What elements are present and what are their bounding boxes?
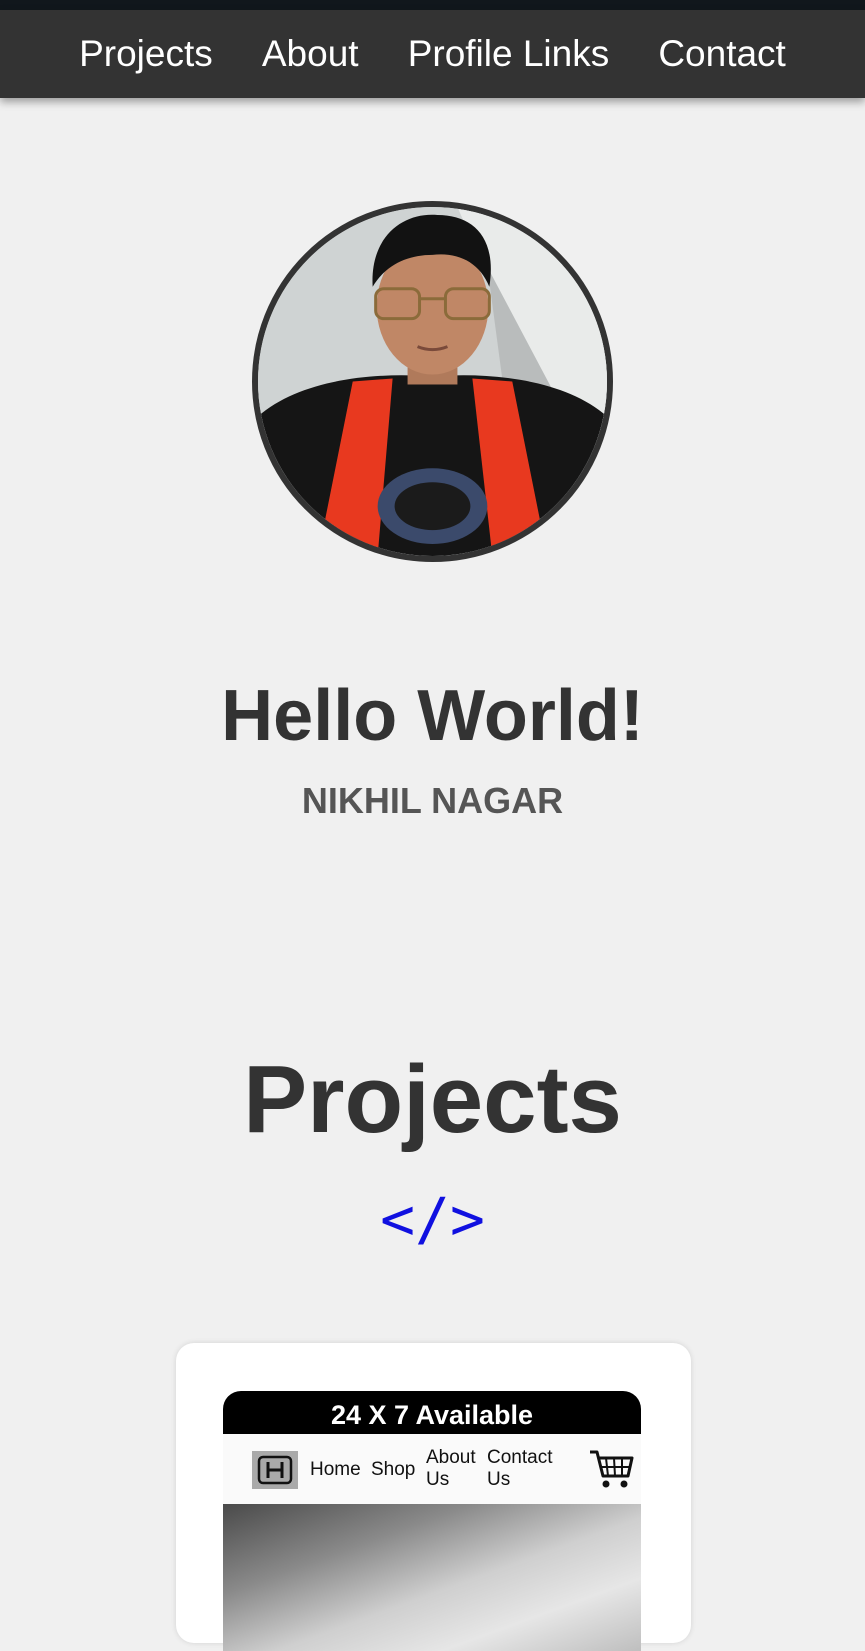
nav-link-projects[interactable]: Projects	[79, 33, 213, 75]
preview-banner: 24 X 7 Available	[223, 1391, 641, 1434]
hero-greeting: Hello World!	[221, 676, 644, 756]
hero-name: NIKHIL NAGAR	[301, 780, 564, 821]
nav-link-about[interactable]: About	[262, 33, 359, 75]
preview-navbar: Home Shop About Us Contact Us	[223, 1434, 641, 1504]
projects-title: Projects	[243, 1046, 622, 1153]
nav-link-contact[interactable]: Contact	[658, 33, 786, 75]
nav-link-profile-links[interactable]: Profile Links	[408, 33, 610, 75]
preview-nav-about: About Us	[426, 1447, 476, 1490]
preview-nav-shop: Shop	[371, 1459, 416, 1480]
status-strip	[0, 0, 865, 10]
cart-icon	[590, 1450, 634, 1488]
preview-nav-home: Home	[310, 1459, 361, 1480]
profile-avatar	[252, 201, 613, 562]
preview-hero-image	[223, 1504, 641, 1651]
top-navbar: Projects About Profile Links Contact	[0, 10, 865, 98]
project-preview: 24 X 7 Available Home Shop About Us Cont…	[223, 1391, 641, 1651]
project-card[interactable]: 24 X 7 Available Home Shop About Us Cont…	[176, 1343, 691, 1651]
preview-nav-contact: Contact Us	[487, 1447, 553, 1490]
code-icon: </>	[380, 1185, 485, 1253]
profile-photo	[258, 207, 607, 556]
preview-logo-icon	[252, 1451, 298, 1489]
